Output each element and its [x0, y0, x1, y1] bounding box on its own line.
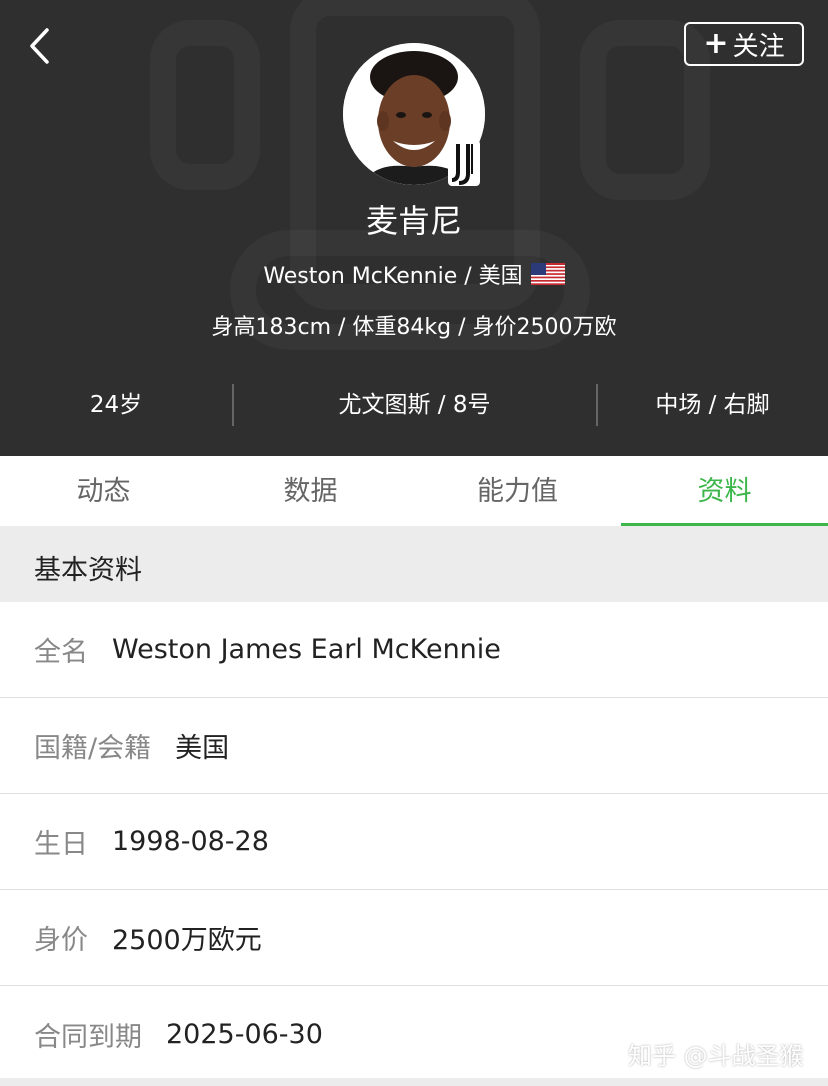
profile-list: 全名 Weston James Earl McKennie 国籍/会籍 美国 生…	[0, 602, 828, 1082]
section-title: 基本资料	[34, 555, 142, 586]
plus-icon: +	[703, 26, 729, 61]
market-value-label: 身价	[34, 925, 88, 956]
tab-data[interactable]: 数据	[207, 456, 414, 526]
chevron-left-icon	[30, 28, 49, 64]
background-pattern	[150, 20, 260, 190]
full-name-label: 全名	[34, 637, 88, 668]
full-name-value: Weston James Earl McKennie	[112, 634, 501, 665]
player-name: 麦肯尼	[365, 202, 462, 240]
tab-ability[interactable]: 能力值	[414, 456, 621, 526]
us-flag-icon	[530, 263, 565, 285]
birthday-label: 生日	[34, 829, 88, 860]
tab-bar: 动态 数据 能力值 资料	[0, 456, 828, 526]
list-item: 生日 1998-08-28	[0, 794, 828, 890]
player-name-nationality: Weston McKennie / 美国	[263, 264, 523, 289]
list-item: 国籍/会籍 美国	[0, 698, 828, 794]
juventus-logo	[448, 140, 480, 186]
bottom-bar	[0, 1078, 828, 1086]
stat-club-number: 尤文图斯 / 8号	[338, 392, 491, 418]
player-physical: 身高183cm / 体重84kg / 身价2500万欧	[211, 315, 617, 340]
nationality-label: 国籍/会籍	[34, 733, 152, 764]
stat-position-foot: 中场 / 右脚	[655, 392, 770, 418]
tab-profile[interactable]: 资料	[621, 456, 828, 526]
contract-expiry-label: 合同到期	[34, 1021, 142, 1053]
birthday-value: 1998-08-28	[112, 826, 269, 857]
section-header: 基本资料	[0, 526, 828, 602]
watermark: 知乎 @斗战圣猴	[628, 1042, 804, 1070]
list-item: 身价 2500万欧元	[0, 890, 828, 986]
divider	[232, 384, 234, 426]
tab-activity[interactable]: 动态	[0, 456, 207, 526]
follow-label: 关注	[732, 31, 785, 62]
player-subtitle: Weston McKennie / 美国	[0, 258, 828, 290]
follow-button[interactable]: + 关注	[684, 22, 804, 66]
stat-age: 24岁	[89, 392, 143, 418]
contract-expiry-value: 2025-06-30	[166, 1018, 323, 1050]
market-value-value: 2500万欧元	[112, 925, 262, 956]
nationality-value: 美国	[175, 733, 230, 764]
list-item: 全名 Weston James Earl McKennie	[0, 602, 828, 698]
divider	[596, 384, 598, 426]
back-button[interactable]	[22, 24, 62, 68]
player-stats: 24岁 尤文图斯 / 8号 中场 / 右脚	[0, 374, 828, 430]
player-header: + 关注 麦肯尼 Weston McKennie / 美国 身高183cm / …	[0, 0, 828, 456]
